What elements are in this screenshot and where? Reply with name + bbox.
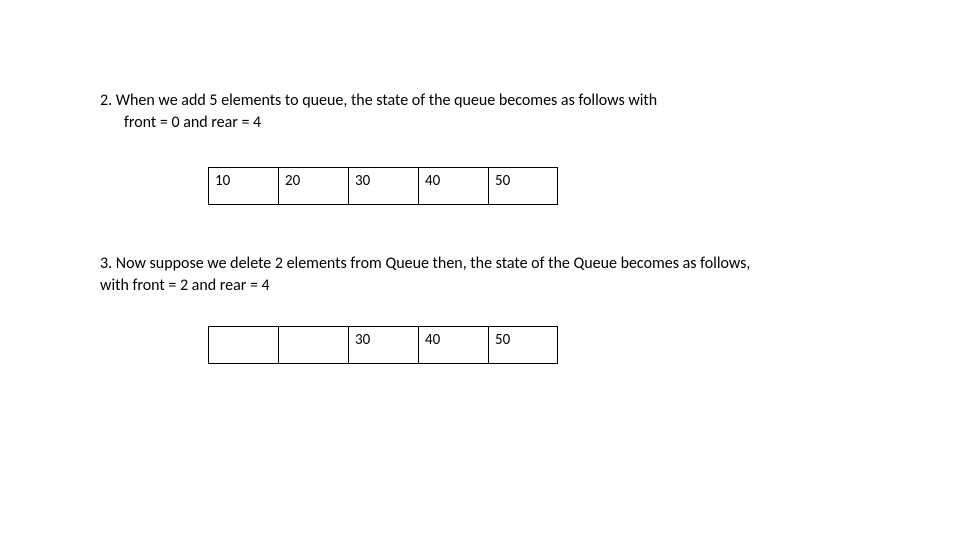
item-3-line1: 3. Now suppose we delete 2 elements from… [100, 253, 900, 275]
queue-cell: 30 [348, 326, 418, 364]
item-3-text-line1: Now suppose we delete 2 elements from Qu… [116, 254, 751, 273]
queue-cell: 50 [488, 326, 558, 364]
queue-cell: 40 [418, 167, 488, 205]
queue-row-2: 30 40 50 [208, 326, 900, 364]
list-item-2: 2. When we add 5 elements to queue, the … [100, 90, 900, 205]
queue-cell: 20 [278, 167, 348, 205]
list-item-3: 3. Now suppose we delete 2 elements from… [100, 253, 900, 364]
item-3-number: 3. [100, 254, 112, 273]
queue-row-1: 10 20 30 40 50 [208, 167, 900, 205]
queue-cell: 10 [208, 167, 278, 205]
queue-cell: 40 [418, 326, 488, 364]
queue-cell [278, 326, 348, 364]
item-2-text-line2: front = 0 and rear = 4 [100, 112, 900, 134]
queue-cell [208, 326, 278, 364]
queue-cell: 30 [348, 167, 418, 205]
item-3-text-line2: with front = 2 and rear = 4 [100, 275, 900, 297]
item-2-line1: 2. When we add 5 elements to queue, the … [100, 90, 900, 112]
item-3-text: 3. Now suppose we delete 2 elements from… [100, 253, 900, 298]
item-2-text-line1: When we add 5 elements to queue, the sta… [116, 91, 657, 110]
item-2-number: 2. [100, 91, 112, 110]
item-2-text: 2. When we add 5 elements to queue, the … [100, 90, 900, 135]
queue-cell: 50 [488, 167, 558, 205]
